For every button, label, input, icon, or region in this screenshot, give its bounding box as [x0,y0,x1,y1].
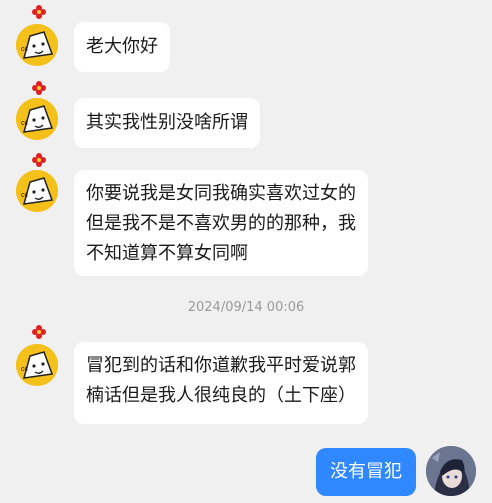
red-flower-icon [32,325,46,339]
svg-text:cc: cc [21,192,29,199]
cartoon-face-avatar-icon: cc [16,24,58,66]
message-text: 老大你好 [86,36,158,57]
red-flower-icon [32,81,46,95]
message-text-line: 冒犯到的话和你道歉我平时爱说郭 [86,355,356,376]
message-text: 其实我性别没啥所谓 [86,112,248,133]
contact-avatar[interactable]: cc [16,344,58,386]
red-flower-icon [32,153,46,167]
message-text-line: 楠话但是我人很纯良的（土下座） [86,385,356,406]
incoming-message-bubble[interactable]: 老大你好 [74,22,170,72]
incoming-message-bubble[interactable]: 其实我性别没啥所谓 [74,98,260,148]
message-text-line: 不知道算不算女同啊 [86,243,248,264]
svg-text:cc: cc [21,366,29,373]
cartoon-face-avatar-icon: cc [16,170,58,212]
contact-avatar[interactable]: cc [16,98,58,140]
svg-text:cc: cc [21,120,29,127]
cartoon-face-avatar-icon: cc [16,344,58,386]
svg-text:cc: cc [21,46,29,53]
outgoing-message-bubble[interactable]: 没有冒犯 [316,448,416,496]
contact-avatar[interactable]: cc [16,24,58,66]
self-avatar[interactable] [426,446,476,496]
incoming-message-bubble[interactable]: 冒犯到的话和你道歉我平时爱说郭 楠话但是我人很纯良的（土下座） [74,342,368,424]
message-timestamp: 2024/09/14 00:06 [187,300,305,315]
red-flower-icon [32,5,46,19]
anime-character-avatar-icon [426,446,476,496]
message-text-line: 你要说我是女同我确实喜欢过女的 [86,183,356,204]
message-text-line: 但是我不是不喜欢男的的那种，我 [86,213,356,234]
contact-avatar[interactable]: cc [16,170,58,212]
incoming-message-bubble[interactable]: 你要说我是女同我确实喜欢过女的 但是我不是不喜欢男的的那种，我 不知道算不算女同… [74,170,368,276]
cartoon-face-avatar-icon: cc [16,98,58,140]
